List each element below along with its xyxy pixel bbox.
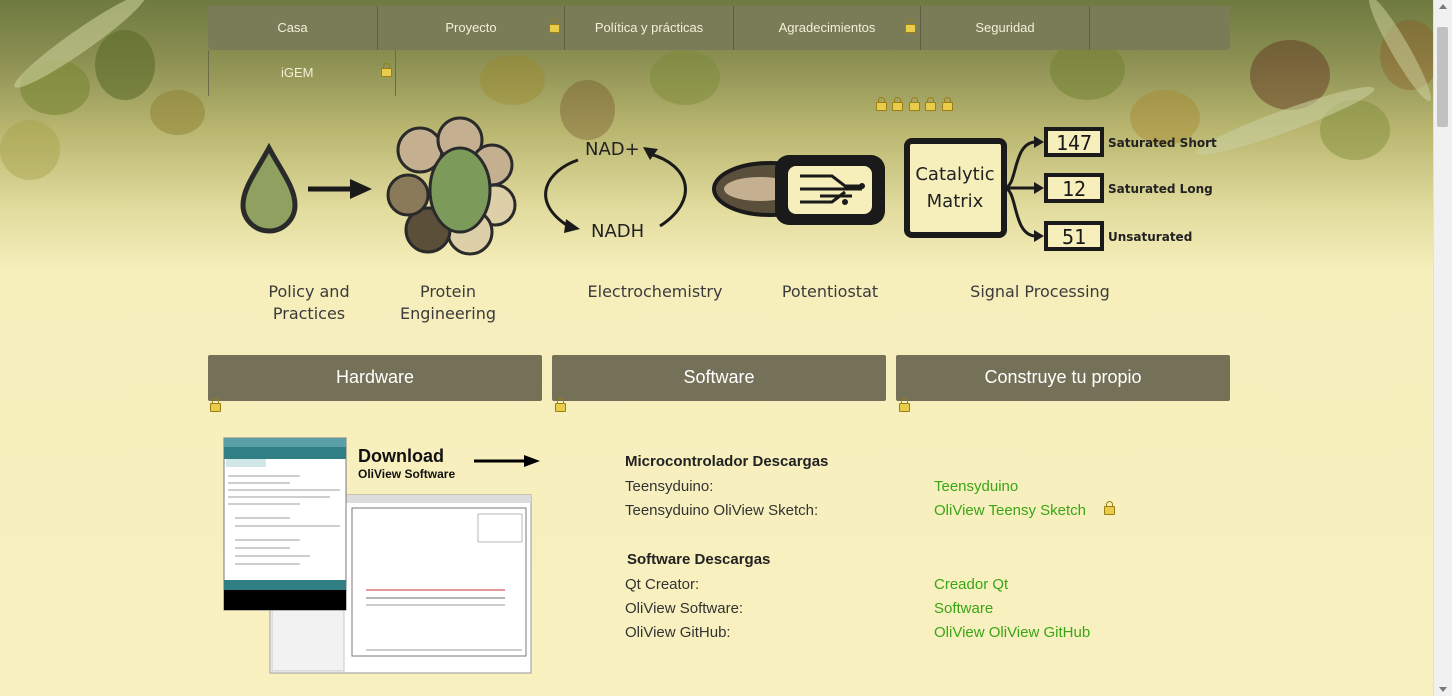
stage-label-potentiostat: Potentiostat: [781, 282, 879, 301]
teensy-sketch-label: Teensyduino OliView Sketch:: [625, 502, 819, 519]
scroll-up-arrow-icon[interactable]: [1439, 4, 1447, 9]
oliview-screenshot-image[interactable]: [0, 0, 560, 696]
output-display-0: 147 Saturated Short: [1044, 127, 1217, 157]
stage-label-signal-processing: Signal Processing: [970, 282, 1110, 301]
svg-text:Saturated Long: Saturated Long: [1108, 182, 1213, 196]
build-your-own-button[interactable]: Construye tu propio: [896, 355, 1230, 401]
teensyduino-link[interactable]: Teensyduino: [934, 478, 1018, 495]
qt-creator-label: Qt Creator:: [625, 576, 700, 593]
svg-text:Saturated Short: Saturated Short: [1108, 136, 1217, 150]
catalytic-matrix-box: [904, 138, 1007, 238]
branch-connector: [1003, 140, 1037, 238]
download-subtitle: OliView Software: [358, 467, 456, 481]
svg-text:12: 12: [1062, 177, 1086, 201]
lock-icon: [899, 398, 910, 412]
teensy-sketch-link[interactable]: OliView Teensy Sketch: [934, 502, 1086, 519]
vertical-scrollbar[interactable]: [1433, 0, 1452, 696]
download-title: Download: [358, 446, 444, 466]
scroll-down-arrow-icon[interactable]: [1439, 687, 1447, 692]
oliview-github-label: OliView GitHub:: [625, 624, 731, 641]
scrollbar-thumb[interactable]: [1437, 27, 1448, 127]
oliview-github-link[interactable]: OliView OliView GitHub: [934, 624, 1090, 641]
oliview-software-label: OliView Software:: [625, 600, 744, 617]
matrix-line2: Matrix: [927, 191, 984, 212]
software-downloads-heading: Software Descargas: [627, 551, 771, 568]
potentiostat-icon: [712, 155, 885, 225]
oliview-software-link[interactable]: Software: [934, 600, 993, 617]
svg-text:51: 51: [1062, 225, 1086, 249]
arrow-head-icon: [524, 455, 540, 467]
software-button[interactable]: Software: [552, 355, 886, 401]
svg-text:147: 147: [1056, 131, 1092, 155]
output-display-2: 51 Unsaturated: [1044, 221, 1192, 251]
teensyduino-label: Teensyduino:: [625, 478, 714, 495]
svg-text:Unsaturated: Unsaturated: [1108, 230, 1192, 244]
qt-creator-link[interactable]: Creador Qt: [934, 576, 1008, 593]
matrix-line1: Catalytic: [915, 164, 994, 185]
nad-cycle-icon: NAD+ NADH: [544, 139, 687, 242]
lock-icon: [1104, 501, 1115, 515]
output-display-1: 12 Saturated Long: [1044, 173, 1213, 203]
nadh-label: NADH: [591, 221, 644, 242]
micro-downloads-heading: Microcontrolador Descargas: [625, 453, 829, 470]
nad-plus-label: NAD+: [585, 139, 640, 160]
stage-label-electrochemistry: Electrochemistry: [587, 282, 723, 301]
